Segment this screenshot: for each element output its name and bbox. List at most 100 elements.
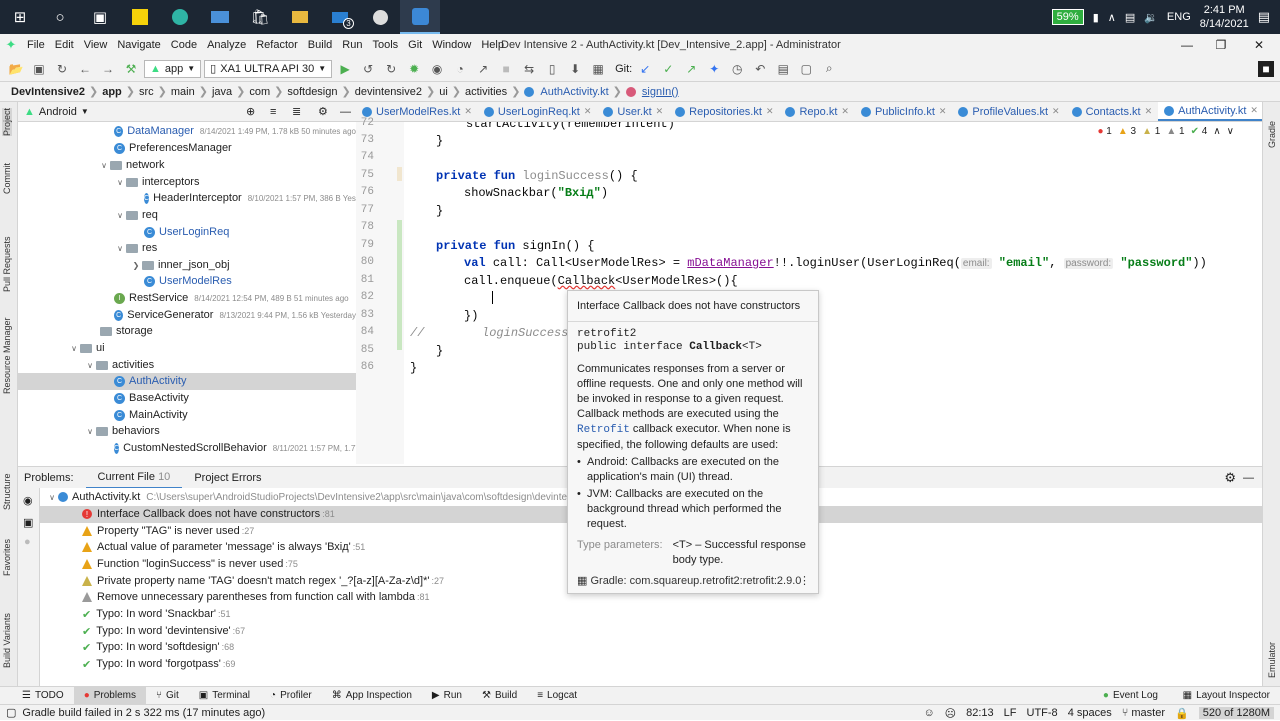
tool-tab-pull-requests[interactable]: Pull Requests	[2, 236, 12, 292]
tab-repositories[interactable]: Repositories.kt ✕	[669, 102, 779, 121]
close-tab-icon[interactable]: ✕	[464, 106, 472, 117]
tool-tab-resource-manager[interactable]: Resource Manager	[2, 317, 12, 394]
problem-row[interactable]: ✔ Typo: In word 'Snackbar':51	[40, 606, 1262, 623]
tab-auth-activity[interactable]: AuthActivity.kt ✕	[1158, 102, 1264, 121]
menu-analyze[interactable]: Analyze	[202, 39, 251, 51]
android-studio-icon[interactable]	[400, 0, 440, 34]
tree-item-activities[interactable]: ∨ activities	[18, 357, 356, 374]
breadcrumb-item[interactable]: DevIntensive2	[8, 86, 88, 98]
inspection-widget[interactable]: ● 1 ▲ 3 ▲ 1 ▲ 1 ✔ 4 ∧ ∨	[1097, 126, 1234, 137]
taskbar-clock[interactable]: 2:41 PM 8/14/2021	[1200, 3, 1249, 31]
code-editor[interactable]: ● 1 ▲ 3 ▲ 1 ▲ 1 ✔ 4 ∧ ∨ startActivity(re…	[404, 122, 1262, 464]
tab-profile-values[interactable]: ProfileValues.kt ✕	[952, 102, 1065, 121]
debug-icon[interactable]: ✹	[404, 59, 424, 79]
tab-user[interactable]: User.kt ✕	[597, 102, 669, 121]
back-icon[interactable]: ←	[75, 59, 95, 79]
tree-item-interceptors[interactable]: ∨ interceptors	[18, 174, 356, 191]
next-highlight-icon[interactable]: ∨	[1227, 126, 1234, 137]
tree-item-data-manager[interactable]: C DataManager 8/14/2021 1:49 PM, 1.78 kB 5…	[18, 123, 356, 140]
chevron-down-icon[interactable]: ∨	[46, 493, 58, 502]
happy-feedback-icon[interactable]: ☺	[923, 707, 934, 719]
locate-file-icon[interactable]: ⊕	[246, 105, 255, 118]
sdk-manager-icon[interactable]: ⬇	[565, 59, 585, 79]
stop-icon[interactable]: ■	[496, 59, 516, 79]
minimize-icon[interactable]: —	[1172, 34, 1202, 56]
menu-refactor[interactable]: Refactor	[251, 39, 303, 51]
chevron-down-icon[interactable]: ∨	[114, 178, 126, 187]
close-tab-icon[interactable]: ✕	[656, 106, 664, 117]
git-history-icon[interactable]: ◷	[727, 59, 747, 79]
tool-tab-commit[interactable]: Commit	[2, 163, 12, 194]
tree-item-user-login-req[interactable]: C UserLoginReq	[18, 224, 356, 241]
breadcrumb-item[interactable]: ui	[436, 86, 451, 98]
tree-item-storage[interactable]: storage	[18, 323, 356, 340]
close-window-icon[interactable]: ✕	[1244, 34, 1274, 56]
coverage-icon[interactable]: ◉	[427, 59, 447, 79]
notifications-icon[interactable]: ▤	[1258, 9, 1270, 25]
tool-layout-inspector[interactable]: ▦ Layout Inspector	[1173, 687, 1280, 705]
tree-item-base-activity[interactable]: C BaseActivity	[18, 390, 356, 407]
run-icon[interactable]: ▶	[335, 59, 355, 79]
hide-panel-icon[interactable]: —	[1243, 472, 1254, 484]
caret-position[interactable]: 82:13	[966, 707, 994, 719]
tool-problems[interactable]: ● Problems	[73, 686, 146, 705]
line-separator[interactable]: LF	[1004, 707, 1017, 719]
gear-icon[interactable]: ⚙	[318, 105, 328, 118]
profile-icon[interactable]: ◔	[450, 59, 470, 79]
status-message[interactable]: Gradle build failed in 2 s 322 ms (17 mi…	[22, 707, 265, 719]
file-explorer-icon[interactable]	[280, 0, 320, 34]
tool-app-inspection[interactable]: ⌘ App Inspection	[322, 687, 422, 705]
run-config-select[interactable]: ▲ app ▼	[144, 59, 202, 78]
file-encoding[interactable]: UTF-8	[1027, 707, 1058, 719]
network-icon[interactable]: ▤	[1125, 11, 1135, 24]
tool-tab-favorites[interactable]: Favorites	[2, 539, 12, 576]
tree-item-custom-nested-scroll-behavior[interactable]: C CustomNestedScrollBehavior 8/11/2021 1:5…	[18, 440, 356, 457]
forward-icon[interactable]: →	[98, 59, 118, 79]
tool-tab-build-variants[interactable]: Build Variants	[2, 613, 12, 668]
tab-user-login-req[interactable]: UserLoginReq.kt ✕	[478, 102, 597, 121]
eye-icon[interactable]: ◉	[23, 494, 33, 507]
maximize-icon[interactable]: ❐	[1206, 34, 1236, 56]
hide-panel-icon[interactable]: —	[340, 106, 351, 118]
git-rollback-icon[interactable]: ↶	[750, 59, 770, 79]
menu-build[interactable]: Build	[303, 39, 337, 51]
run-anything-icon[interactable]: ▢	[796, 59, 816, 79]
menu-file[interactable]: File	[22, 39, 50, 51]
menu-run[interactable]: Run	[337, 39, 367, 51]
edge-browser-icon[interactable]	[160, 0, 200, 34]
breadcrumb-item[interactable]: app	[99, 86, 125, 98]
close-tab-icon[interactable]: ✕	[584, 106, 592, 117]
tool-terminal[interactable]: ▣ Terminal	[189, 687, 260, 705]
close-tab-icon[interactable]: ✕	[939, 106, 947, 117]
problem-row[interactable]: ✔ Typo: In word 'softdesign':68	[40, 639, 1262, 656]
tree-item-header-interceptor[interactable]: C HeaderInterceptor 8/10/2021 1:57 PM, 386…	[18, 190, 356, 207]
tree-item-req[interactable]: ∨ req	[18, 207, 356, 224]
project-structure-icon[interactable]: ▤	[773, 59, 793, 79]
tab-user-model-res[interactable]: UserModelRes.kt ✕	[356, 102, 478, 121]
problem-row[interactable]: ✔ Typo: In word 'forgotpass':69	[40, 656, 1262, 673]
tool-tab-emulator[interactable]: Emulator	[1267, 642, 1277, 678]
git-push-icon[interactable]: ↗	[681, 59, 701, 79]
menu-window[interactable]: Window	[427, 39, 476, 51]
chevron-down-icon[interactable]: ∨	[84, 427, 96, 436]
menu-git[interactable]: Git	[403, 39, 427, 51]
breadcrumb-item[interactable]: AuthActivity.kt	[537, 86, 611, 98]
tool-logcat[interactable]: ≡ Logcat	[527, 687, 587, 705]
close-tab-icon[interactable]: ✕	[766, 106, 774, 117]
git-commit-icon[interactable]: ✓	[658, 59, 678, 79]
layout-inspector-icon[interactable]: ▦	[588, 59, 608, 79]
make-project-icon[interactable]: ⚒	[121, 59, 141, 79]
tree-item-service-generator[interactable]: C ServiceGenerator 8/13/2021 9:44 PM, 1.56…	[18, 307, 356, 324]
tool-event-log[interactable]: ● Event Log	[1093, 687, 1168, 705]
tab-repo[interactable]: Repo.kt ✕	[779, 102, 854, 121]
tree-item-network[interactable]: ∨ network	[18, 157, 356, 174]
gear-icon[interactable]: ⚙	[1224, 470, 1236, 486]
expand-all-icon[interactable]: ≡	[270, 106, 276, 118]
breadcrumb-item[interactable]: signIn()	[639, 86, 682, 98]
menu-code[interactable]: Code	[166, 39, 202, 51]
sync-icon[interactable]: ↻	[52, 59, 72, 79]
chevron-down-icon[interactable]: ▼	[81, 107, 89, 116]
mail-icon[interactable]: 3	[320, 0, 360, 34]
task-view-icon[interactable]: ▣	[80, 0, 120, 34]
toggle-tool-windows-icon[interactable]: ▢	[6, 706, 16, 719]
